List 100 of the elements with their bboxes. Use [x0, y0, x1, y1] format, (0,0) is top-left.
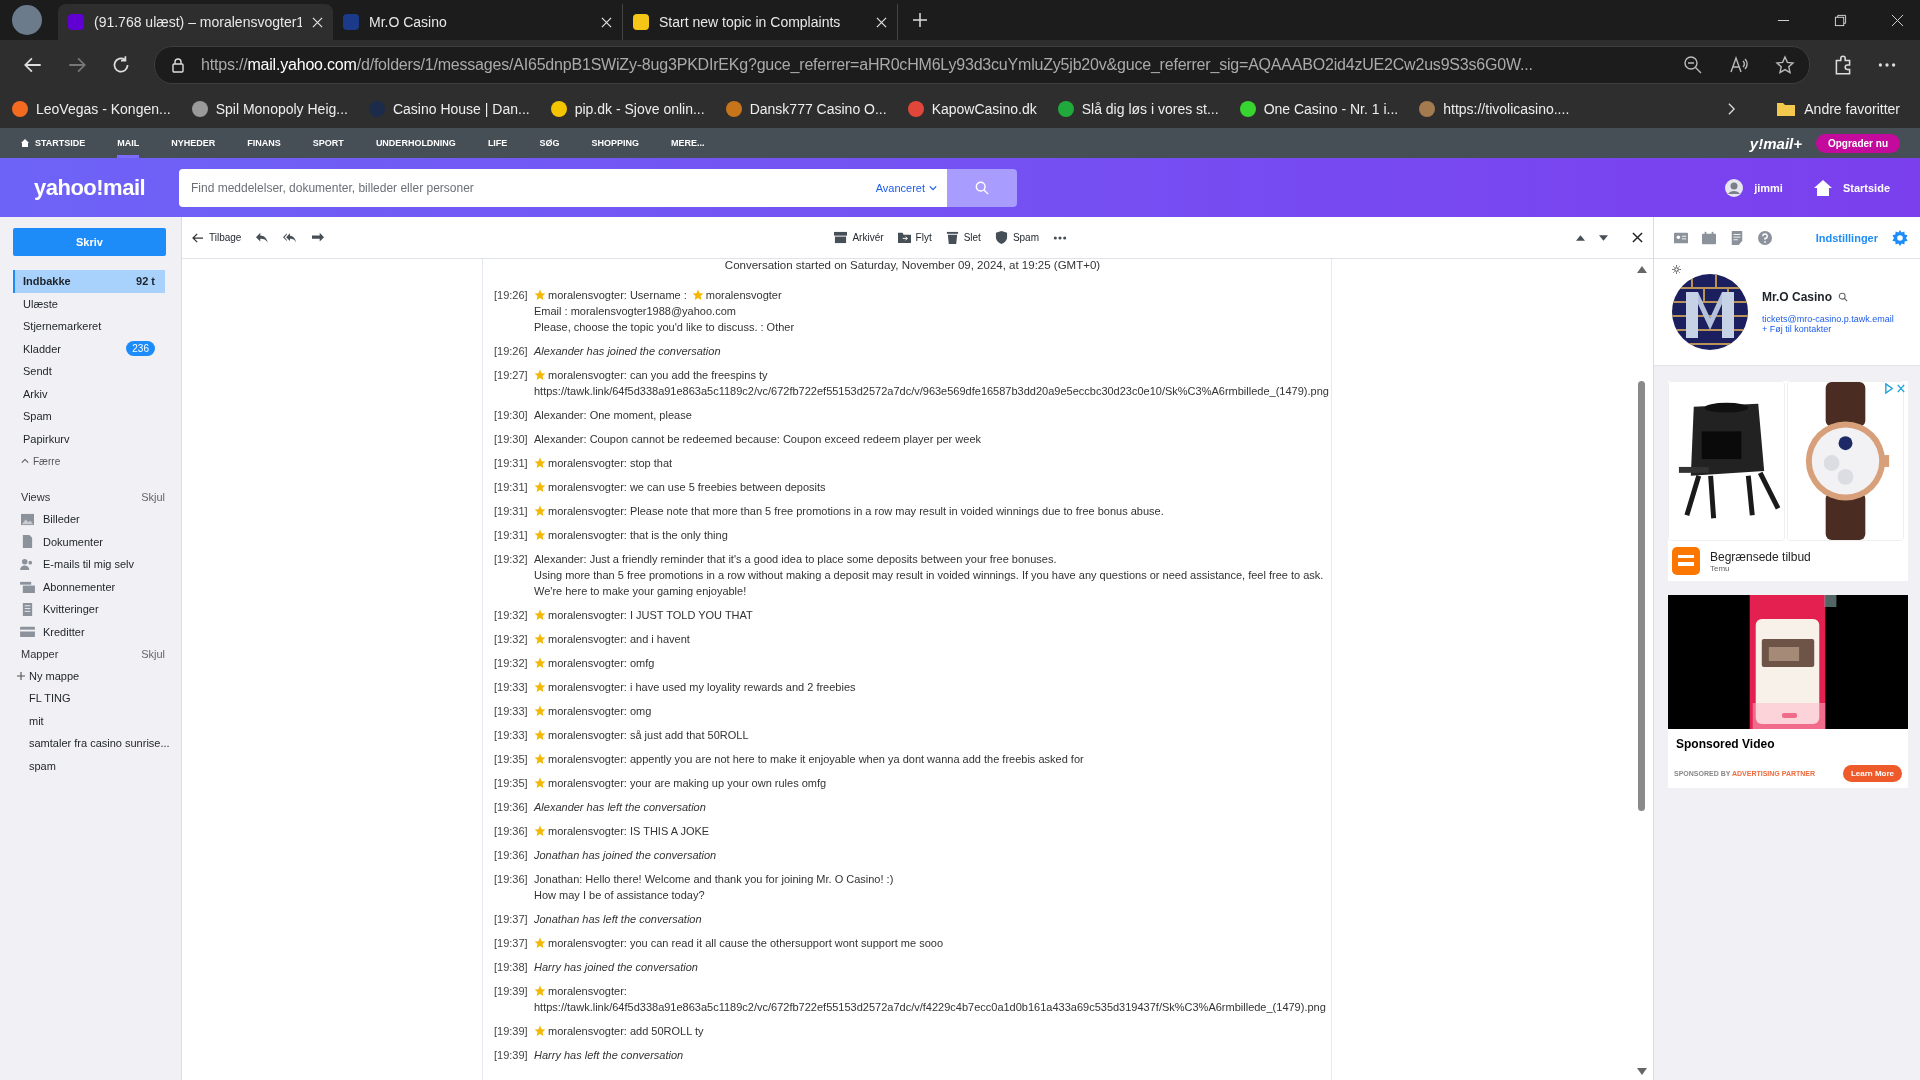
nav-link[interactable]: NYHEDER: [171, 128, 216, 158]
folder-item[interactable]: Arkiv: [13, 382, 165, 405]
timestamp: [19:35]: [494, 752, 529, 767]
folder-item[interactable]: Kladder 236: [13, 337, 165, 360]
folder-item[interactable]: mit: [13, 709, 165, 732]
bookmark[interactable]: Casino House | Dan...: [368, 101, 530, 117]
ad-card[interactable]: Begrænsede tilbud Temu: [1668, 381, 1908, 581]
plus-icon: [17, 672, 25, 680]
address-bar[interactable]: https://mail.yahoo.com/d/folders/1/messages/AI65dnpB1SWiZy-8ug3PKDIrEKg?guce_referrer=aHR0cHM6Ly93d3cuYmluZy5jb20v&guce_referrer_sig=AQAAABO2id4zUE2Cw2us9S3s6G0W...: [154, 46, 1810, 84]
nav-link[interactable]: UNDERHOLDNING: [375, 128, 456, 158]
zoom-out-icon[interactable]: [1683, 55, 1703, 75]
folder-item[interactable]: Papirkurv: [13, 427, 165, 450]
search-field[interactable]: Find meddelelser, dokumenter, billeder eller personer Avanceret: [179, 168, 947, 207]
chat-event: Harry has left the conversation: [534, 1048, 684, 1063]
close-icon[interactable]: [1632, 232, 1643, 243]
timestamp: [19:39]: [494, 984, 529, 999]
forward-icon[interactable]: [311, 231, 326, 244]
toolbar-action[interactable]: Spam: [994, 231, 1039, 244]
back-button[interactable]: Tilbage: [192, 232, 242, 243]
folder-item[interactable]: spam: [13, 754, 165, 777]
restore-icon[interactable]: [1834, 13, 1847, 27]
bookmark[interactable]: Slå dig løs i vores st...: [1057, 101, 1219, 117]
nav-link[interactable]: SØG: [539, 128, 560, 158]
chat-message: Alexander: One moment, please: [534, 408, 692, 423]
search-icon: [975, 180, 989, 195]
bookmark[interactable]: LeoVegas - Kongen...: [12, 101, 171, 117]
bookmark-folder[interactable]: Andre favoritter: [1776, 101, 1900, 117]
view-item[interactable]: E-mails til mig selv: [13, 553, 165, 576]
read-aloud-icon[interactable]: [1729, 55, 1749, 75]
view-item[interactable]: Kreditter: [13, 620, 165, 643]
add-contact-link[interactable]: + Føj til kontakter: [1762, 324, 1894, 334]
chat-message: moralensvogter: that is the only thing: [548, 528, 728, 543]
chevron-right-icon[interactable]: [1727, 102, 1737, 116]
bookmark[interactable]: One Casino - Nr. 1 i...: [1239, 101, 1399, 117]
ad-choices-icon[interactable]: [1884, 383, 1906, 394]
settings-icon[interactable]: [1892, 229, 1908, 246]
reply-all-icon[interactable]: [283, 231, 298, 244]
toolbar-action[interactable]: Flyt: [897, 231, 932, 244]
nav-link[interactable]: SPORT: [312, 128, 344, 158]
previous-icon[interactable]: [1576, 234, 1585, 241]
upgrade-button[interactable]: Opgrader nu: [1816, 133, 1900, 153]
toolbar-action[interactable]: Arkivér: [834, 231, 884, 244]
folder-item[interactable]: Indbakke 92 t: [13, 270, 165, 293]
view-item[interactable]: Abonnementer: [13, 575, 165, 598]
star-icon: [534, 937, 546, 949]
email-link[interactable]: tickets@mro-casino.p.tawk.email: [1762, 314, 1894, 324]
hide-link[interactable]: Skjul: [141, 648, 165, 660]
folder-item[interactable]: Spam: [13, 405, 165, 428]
yahoo-mail-logo[interactable]: yahoo!mail: [34, 174, 179, 201]
star-icon: [534, 481, 546, 493]
star-icon: [534, 705, 546, 717]
advanced-search-link[interactable]: Avanceret: [875, 181, 937, 194]
bookmark[interactable]: Dansk777 Casino O...: [725, 101, 887, 117]
bookmark[interactable]: KapowCasino.dk: [907, 101, 1037, 117]
count-badge: 236: [126, 341, 155, 357]
folder-item[interactable]: Stjernemarkeret: [13, 315, 165, 338]
view-item[interactable]: Kvitteringer: [13, 598, 165, 621]
help-icon[interactable]: [1758, 230, 1772, 245]
new-folder-link[interactable]: Ny mappe: [13, 665, 165, 687]
search-icon[interactable]: [1838, 292, 1848, 302]
reply-icon[interactable]: [255, 231, 270, 244]
nav-link[interactable]: LIFE: [487, 128, 508, 158]
home-link[interactable]: Startside: [1842, 181, 1890, 194]
bookmark[interactable]: pip.dk - Sjove onlin...: [550, 101, 705, 117]
scroll-up-icon[interactable]: [1637, 265, 1647, 273]
new-tab-icon[interactable]: [912, 12, 928, 28]
contact-card-icon[interactable]: [1674, 230, 1688, 245]
timestamp: [19:30]: [494, 408, 529, 423]
timestamp: [19:36]: [494, 848, 529, 863]
view-item[interactable]: Billeder: [13, 508, 165, 531]
nav-link[interactable]: FINANS: [247, 128, 281, 158]
scroll-down-icon[interactable]: [1637, 1068, 1647, 1076]
folder-item[interactable]: Ulæste: [13, 292, 165, 315]
home-icon[interactable]: [1812, 177, 1833, 198]
folder-item[interactable]: FL TING: [13, 687, 165, 710]
toolbar-action[interactable]: Slet: [945, 231, 981, 244]
hide-link[interactable]: Skjul: [141, 491, 165, 503]
timestamp: [19:37]: [494, 912, 529, 927]
chat-message: moralensvogter: Please note that more than 5 free promotions in a row may result in voided winnings due to free bonus abuse.: [548, 504, 1164, 519]
scrollbar-thumb[interactable]: [1638, 381, 1645, 811]
nav-link[interactable]: MERE...: [670, 128, 705, 158]
search-button[interactable]: [947, 168, 1017, 207]
chat-message-line: https://tawk.link/64f5d338a91e863a5c1189c2/vc/672fb722ef55153d2572a7dc/v/f4229c4b7ecc0a1d0b161a433a69c535d319437f/Sk%C3%A6rmbillede_(1479).png: [534, 1000, 1327, 1015]
chat-message: moralensvogter: IS THIS A JOKE: [548, 824, 710, 839]
calendar-icon[interactable]: [1702, 230, 1716, 245]
notepad-icon[interactable]: [1730, 230, 1744, 245]
next-icon[interactable]: [1599, 234, 1608, 241]
folder-item[interactable]: Sendt: [13, 360, 165, 383]
user-name[interactable]: jimmi: [1754, 181, 1783, 194]
bookmark[interactable]: https://tivolicasino....: [1419, 101, 1570, 117]
user-avatar-icon[interactable]: [1724, 177, 1745, 198]
nav-link[interactable]: STARTSIDE: [20, 128, 86, 158]
shield-icon: [994, 231, 1008, 244]
nav-link[interactable]: SHOPPING: [591, 128, 639, 158]
bookmark[interactable]: Spil Monopoly Heig...: [191, 101, 348, 117]
star-icon[interactable]: [1775, 55, 1795, 75]
chat-message: moralensvogter: add 50ROLL ty: [548, 1024, 704, 1039]
show-less-link[interactable]: Færre: [13, 450, 165, 472]
view-item[interactable]: Dokumenter: [13, 530, 165, 553]
profile-avatar[interactable]: [12, 5, 42, 35]
